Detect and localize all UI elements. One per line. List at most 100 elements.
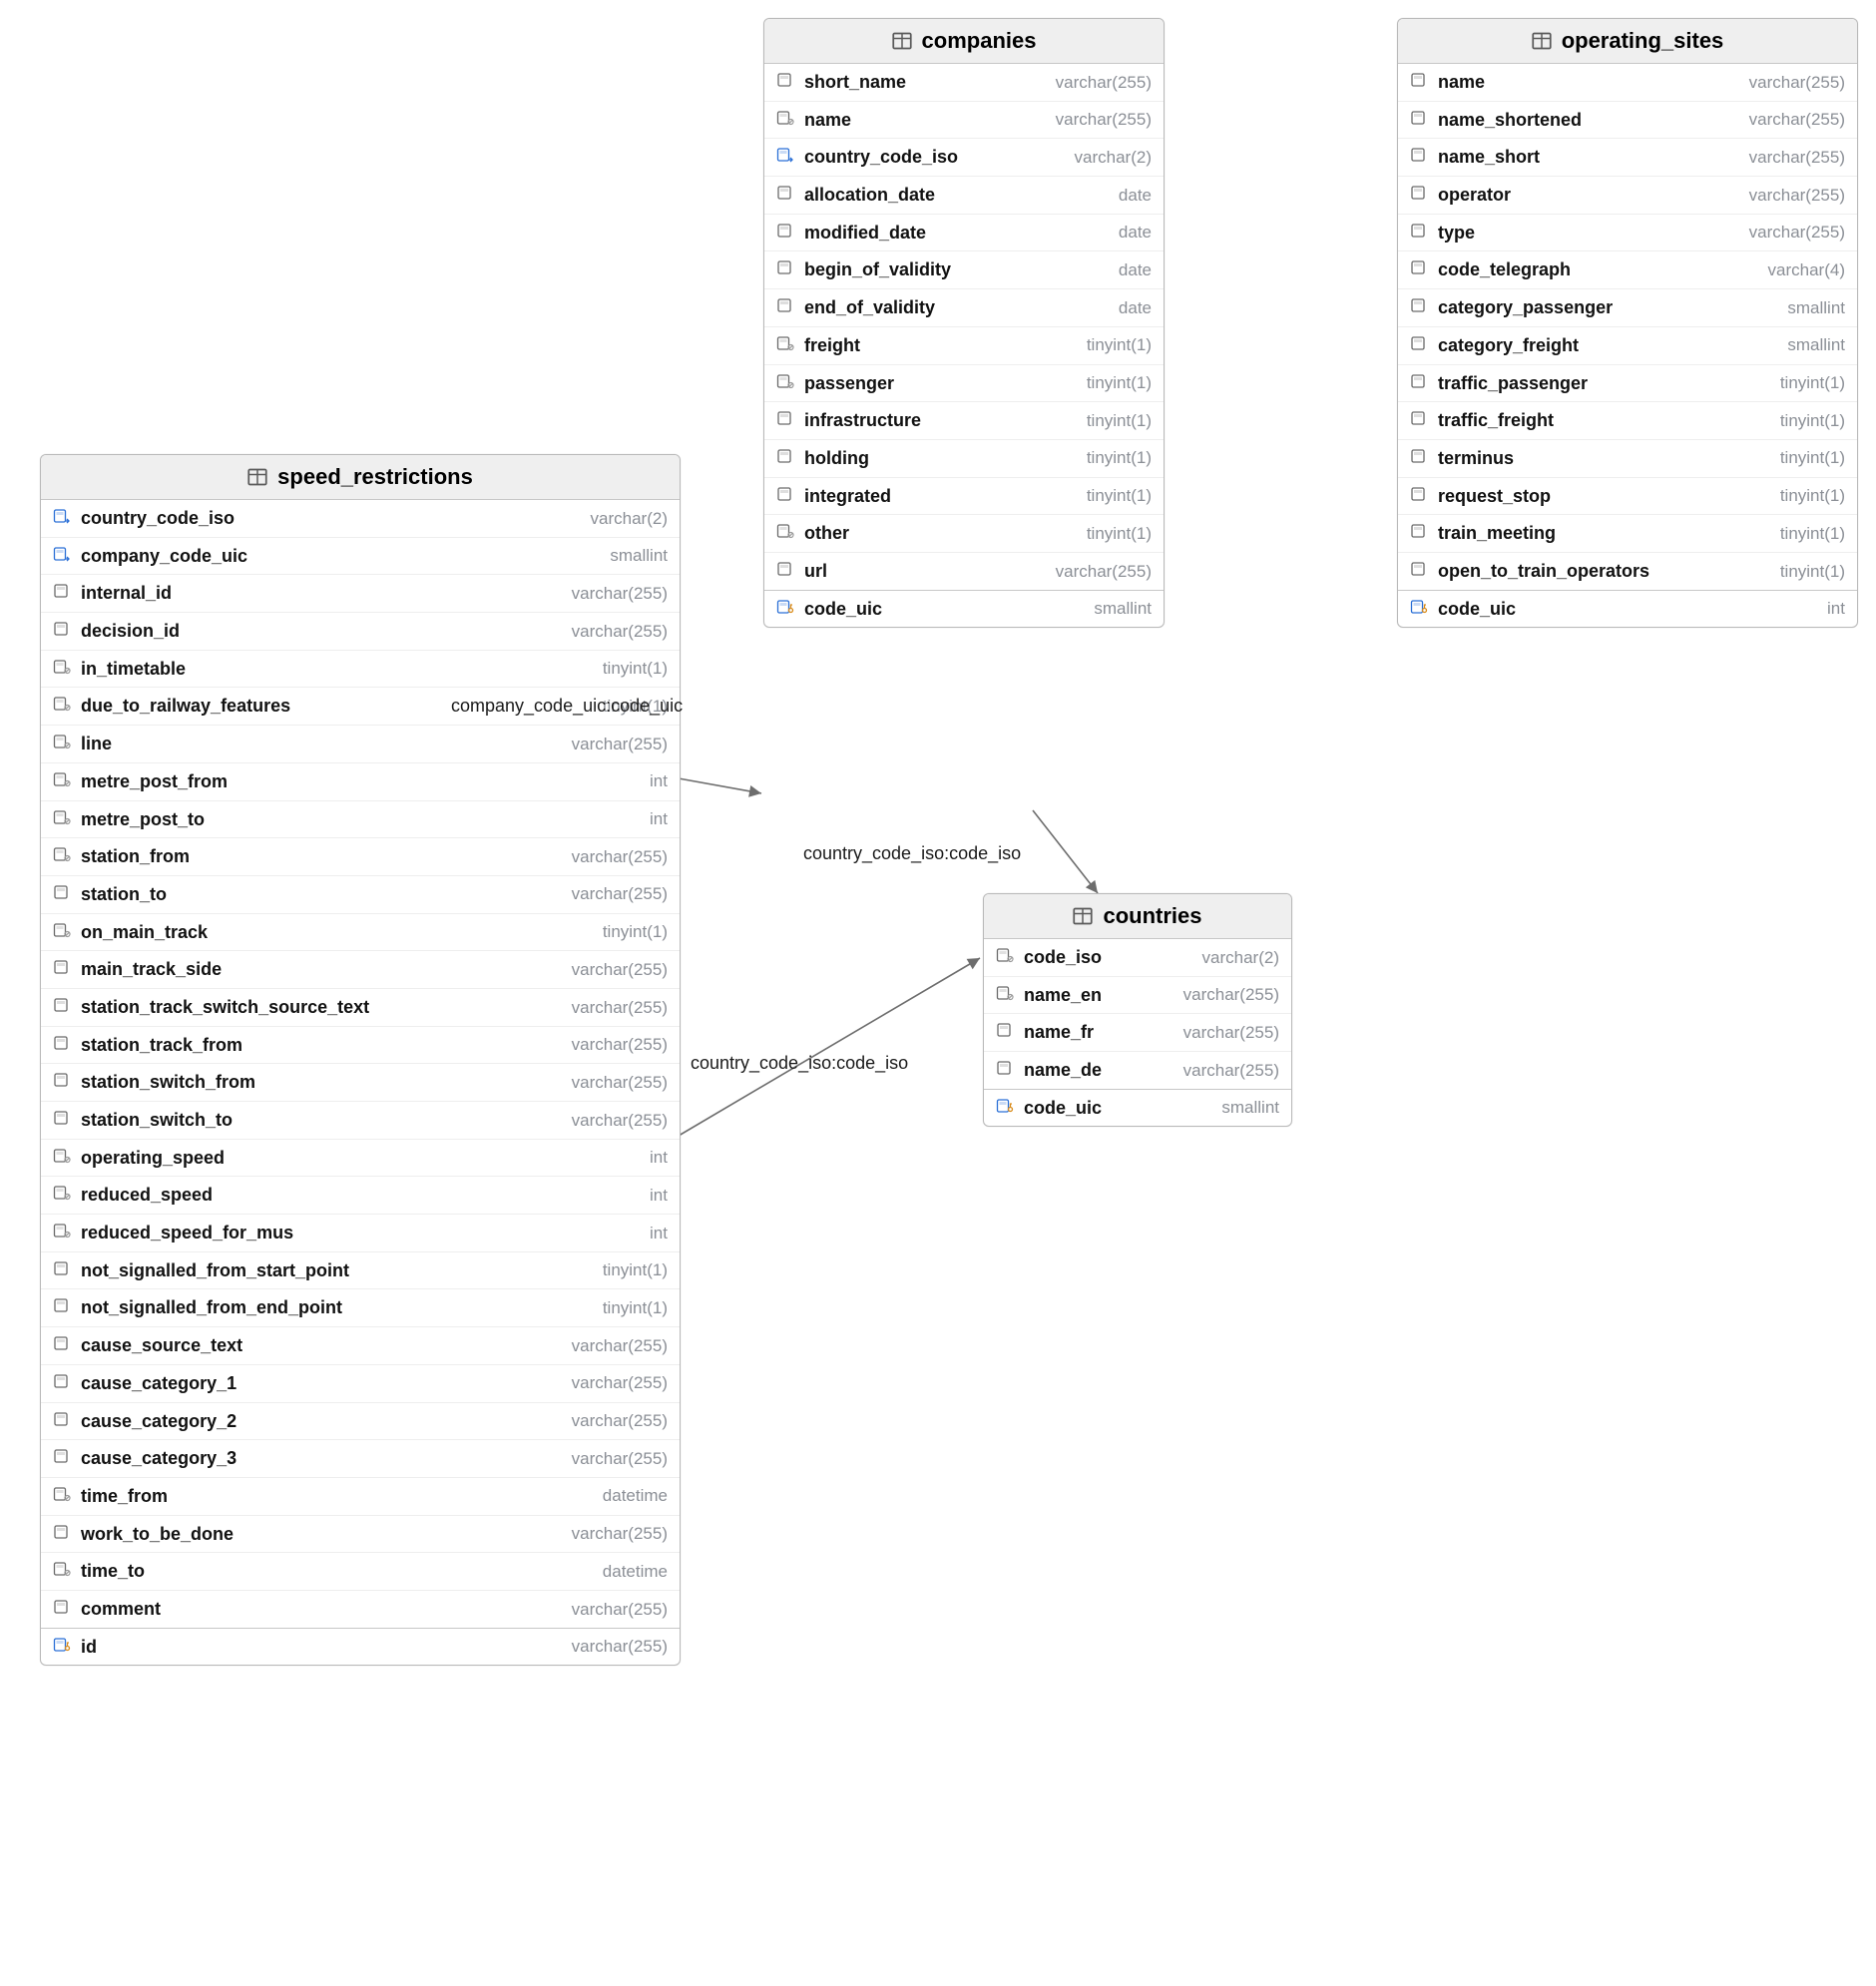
column-row[interactable]: main_track_sidevarchar(255) bbox=[41, 950, 680, 988]
column-type: tinyint(1) bbox=[1077, 524, 1152, 544]
column-row[interactable]: name_devarchar(255) bbox=[984, 1051, 1291, 1089]
column-row[interactable]: cause_category_2varchar(255) bbox=[41, 1402, 680, 1440]
column-row[interactable]: name_shortenedvarchar(255) bbox=[1398, 101, 1857, 139]
column-row[interactable]: category_passengersmallint bbox=[1398, 288, 1857, 326]
column-row[interactable]: open_to_train_operatorstinyint(1) bbox=[1398, 552, 1857, 590]
column-row[interactable]: category_freightsmallint bbox=[1398, 326, 1857, 364]
column-row[interactable]: comment varchar(255) bbox=[41, 1590, 680, 1628]
column-row[interactable]: country_code_isovarchar(2) bbox=[41, 500, 680, 537]
table-operating-sites[interactable]: operating_sites namevarchar(255)name_sho… bbox=[1397, 18, 1858, 628]
column-row[interactable]: metre_post_fromint bbox=[41, 762, 680, 800]
column-type: tinyint(1) bbox=[1770, 448, 1845, 468]
column-row[interactable]: namevarchar(255) bbox=[1398, 64, 1857, 101]
column-row[interactable]: in_timetabletinyint(1) bbox=[41, 650, 680, 688]
table-speed-restrictions[interactable]: speed_restrictions country_code_isovarch… bbox=[40, 454, 681, 1666]
column-row[interactable]: name_shortvarchar(255) bbox=[1398, 138, 1857, 176]
column-row[interactable]: station_track_fromvarchar(255) bbox=[41, 1026, 680, 1064]
column-row[interactable]: allocation_datedate bbox=[764, 176, 1164, 214]
column-row[interactable]: name_envarchar(255) bbox=[984, 976, 1291, 1014]
column-row[interactable]: station_switch_tovarchar(255) bbox=[41, 1101, 680, 1139]
column-type: tinyint(1) bbox=[1077, 486, 1152, 506]
column-row[interactable]: linevarchar(255) bbox=[41, 725, 680, 762]
column-name: decision_id bbox=[81, 621, 180, 642]
column-row[interactable]: work_to_be_donevarchar(255) bbox=[41, 1515, 680, 1553]
column-row[interactable]: namevarchar(255) bbox=[764, 101, 1164, 139]
column-name: time_to bbox=[81, 1561, 145, 1582]
column-row[interactable]: idvarchar(255) bbox=[41, 1628, 680, 1666]
column-type: varchar(255) bbox=[562, 1600, 668, 1620]
column-type: date bbox=[1109, 298, 1152, 318]
column-icon bbox=[1410, 334, 1428, 357]
column-row[interactable]: time_todatetime bbox=[41, 1552, 680, 1590]
column-type: varchar(255) bbox=[1173, 985, 1279, 1005]
column-icon bbox=[1410, 409, 1428, 432]
column-row[interactable]: code_isovarchar(2) bbox=[984, 939, 1291, 976]
column-row[interactable]: not_signalled_from_end_pointtinyint(1) bbox=[41, 1288, 680, 1326]
column-row[interactable]: station_tovarchar(255) bbox=[41, 875, 680, 913]
column-type: date bbox=[1109, 223, 1152, 243]
table-title: countries bbox=[1103, 903, 1201, 929]
column-row[interactable]: modified_datedate bbox=[764, 214, 1164, 251]
column-row[interactable]: freighttinyint(1) bbox=[764, 326, 1164, 364]
column-row[interactable]: station_fromvarchar(255) bbox=[41, 837, 680, 875]
foreign-key-icon bbox=[776, 146, 794, 169]
column-name: freight bbox=[804, 335, 860, 356]
column-name: comment bbox=[81, 1599, 161, 1620]
column-row[interactable]: cause_category_3varchar(255) bbox=[41, 1439, 680, 1477]
column-row[interactable]: on_main_tracktinyint(1) bbox=[41, 913, 680, 951]
column-name: country_code_iso bbox=[81, 508, 234, 529]
column-row[interactable]: urlvarchar(255) bbox=[764, 552, 1164, 590]
column-row[interactable]: integratedtinyint(1) bbox=[764, 477, 1164, 515]
column-row[interactable]: metre_post_toint bbox=[41, 800, 680, 838]
column-type: date bbox=[1109, 186, 1152, 206]
column-row[interactable]: station_track_switch_source_textvarchar(… bbox=[41, 988, 680, 1026]
column-row[interactable]: passengertinyint(1) bbox=[764, 364, 1164, 402]
column-row[interactable]: internal_idvarchar(255) bbox=[41, 574, 680, 612]
column-type: int bbox=[640, 809, 668, 829]
table-companies[interactable]: companies short_namevarchar(255)namevarc… bbox=[763, 18, 1165, 628]
column-row[interactable]: begin_of_validitydate bbox=[764, 250, 1164, 288]
column-row[interactable]: typevarchar(255) bbox=[1398, 214, 1857, 251]
column-icon bbox=[53, 883, 71, 906]
column-row[interactable]: traffic_freighttinyint(1) bbox=[1398, 401, 1857, 439]
column-row[interactable]: traffic_passengertinyint(1) bbox=[1398, 364, 1857, 402]
column-row[interactable]: reduced_speed_for_musint bbox=[41, 1214, 680, 1251]
column-type: int bbox=[640, 1224, 668, 1243]
column-row[interactable]: cause_category_1varchar(255) bbox=[41, 1364, 680, 1402]
column-row[interactable]: not_signalled_from_start_pointtinyint(1) bbox=[41, 1251, 680, 1289]
er-diagram-canvas: speed_restrictions country_code_isovarch… bbox=[0, 0, 1876, 1986]
column-name: not_signalled_from_end_point bbox=[81, 1297, 342, 1318]
column-row[interactable]: operatorvarchar(255) bbox=[1398, 176, 1857, 214]
column-row[interactable]: cause_source_textvarchar(255) bbox=[41, 1326, 680, 1364]
column-name: passenger bbox=[804, 373, 894, 394]
column-row[interactable]: terminustinyint(1) bbox=[1398, 439, 1857, 477]
column-row[interactable]: code_uicint bbox=[1398, 590, 1857, 628]
table-icon bbox=[1532, 31, 1552, 51]
table-countries[interactable]: countries code_isovarchar(2)name_envarch… bbox=[983, 893, 1292, 1127]
column-row[interactable]: decision_idvarchar(255) bbox=[41, 612, 680, 650]
column-row[interactable]: end_of_validitydate bbox=[764, 288, 1164, 326]
column-row[interactable]: reduced_speedint bbox=[41, 1176, 680, 1214]
column-name: company_code_uic bbox=[81, 546, 247, 567]
column-row[interactable]: short_namevarchar(255) bbox=[764, 64, 1164, 101]
column-row[interactable]: time_fromdatetime bbox=[41, 1477, 680, 1515]
foreign-key-icon bbox=[53, 507, 71, 530]
column-row[interactable]: code_uicsmallint bbox=[764, 590, 1164, 628]
column-row[interactable]: infrastructuretinyint(1) bbox=[764, 401, 1164, 439]
column-name: cause_source_text bbox=[81, 1335, 242, 1356]
column-row[interactable]: holdingtinyint(1) bbox=[764, 439, 1164, 477]
table-title: speed_restrictions bbox=[277, 464, 473, 490]
column-row[interactable]: company_code_uicsmallint bbox=[41, 537, 680, 575]
column-row[interactable]: operating_speedint bbox=[41, 1139, 680, 1177]
column-row[interactable]: name_frvarchar(255) bbox=[984, 1013, 1291, 1051]
column-row[interactable]: train_meetingtinyint(1) bbox=[1398, 514, 1857, 552]
column-row[interactable]: othertinyint(1) bbox=[764, 514, 1164, 552]
column-name: station_track_switch_source_text bbox=[81, 997, 369, 1018]
column-row[interactable]: request_stoptinyint(1) bbox=[1398, 477, 1857, 515]
column-row[interactable]: station_switch_fromvarchar(255) bbox=[41, 1063, 680, 1101]
column-row[interactable]: country_code_isovarchar(2) bbox=[764, 138, 1164, 176]
column-row[interactable]: code_uicsmallint bbox=[984, 1089, 1291, 1127]
table-title: operating_sites bbox=[1562, 28, 1724, 54]
column-row[interactable]: code_telegraphvarchar(4) bbox=[1398, 250, 1857, 288]
column-name: short_name bbox=[804, 72, 906, 93]
